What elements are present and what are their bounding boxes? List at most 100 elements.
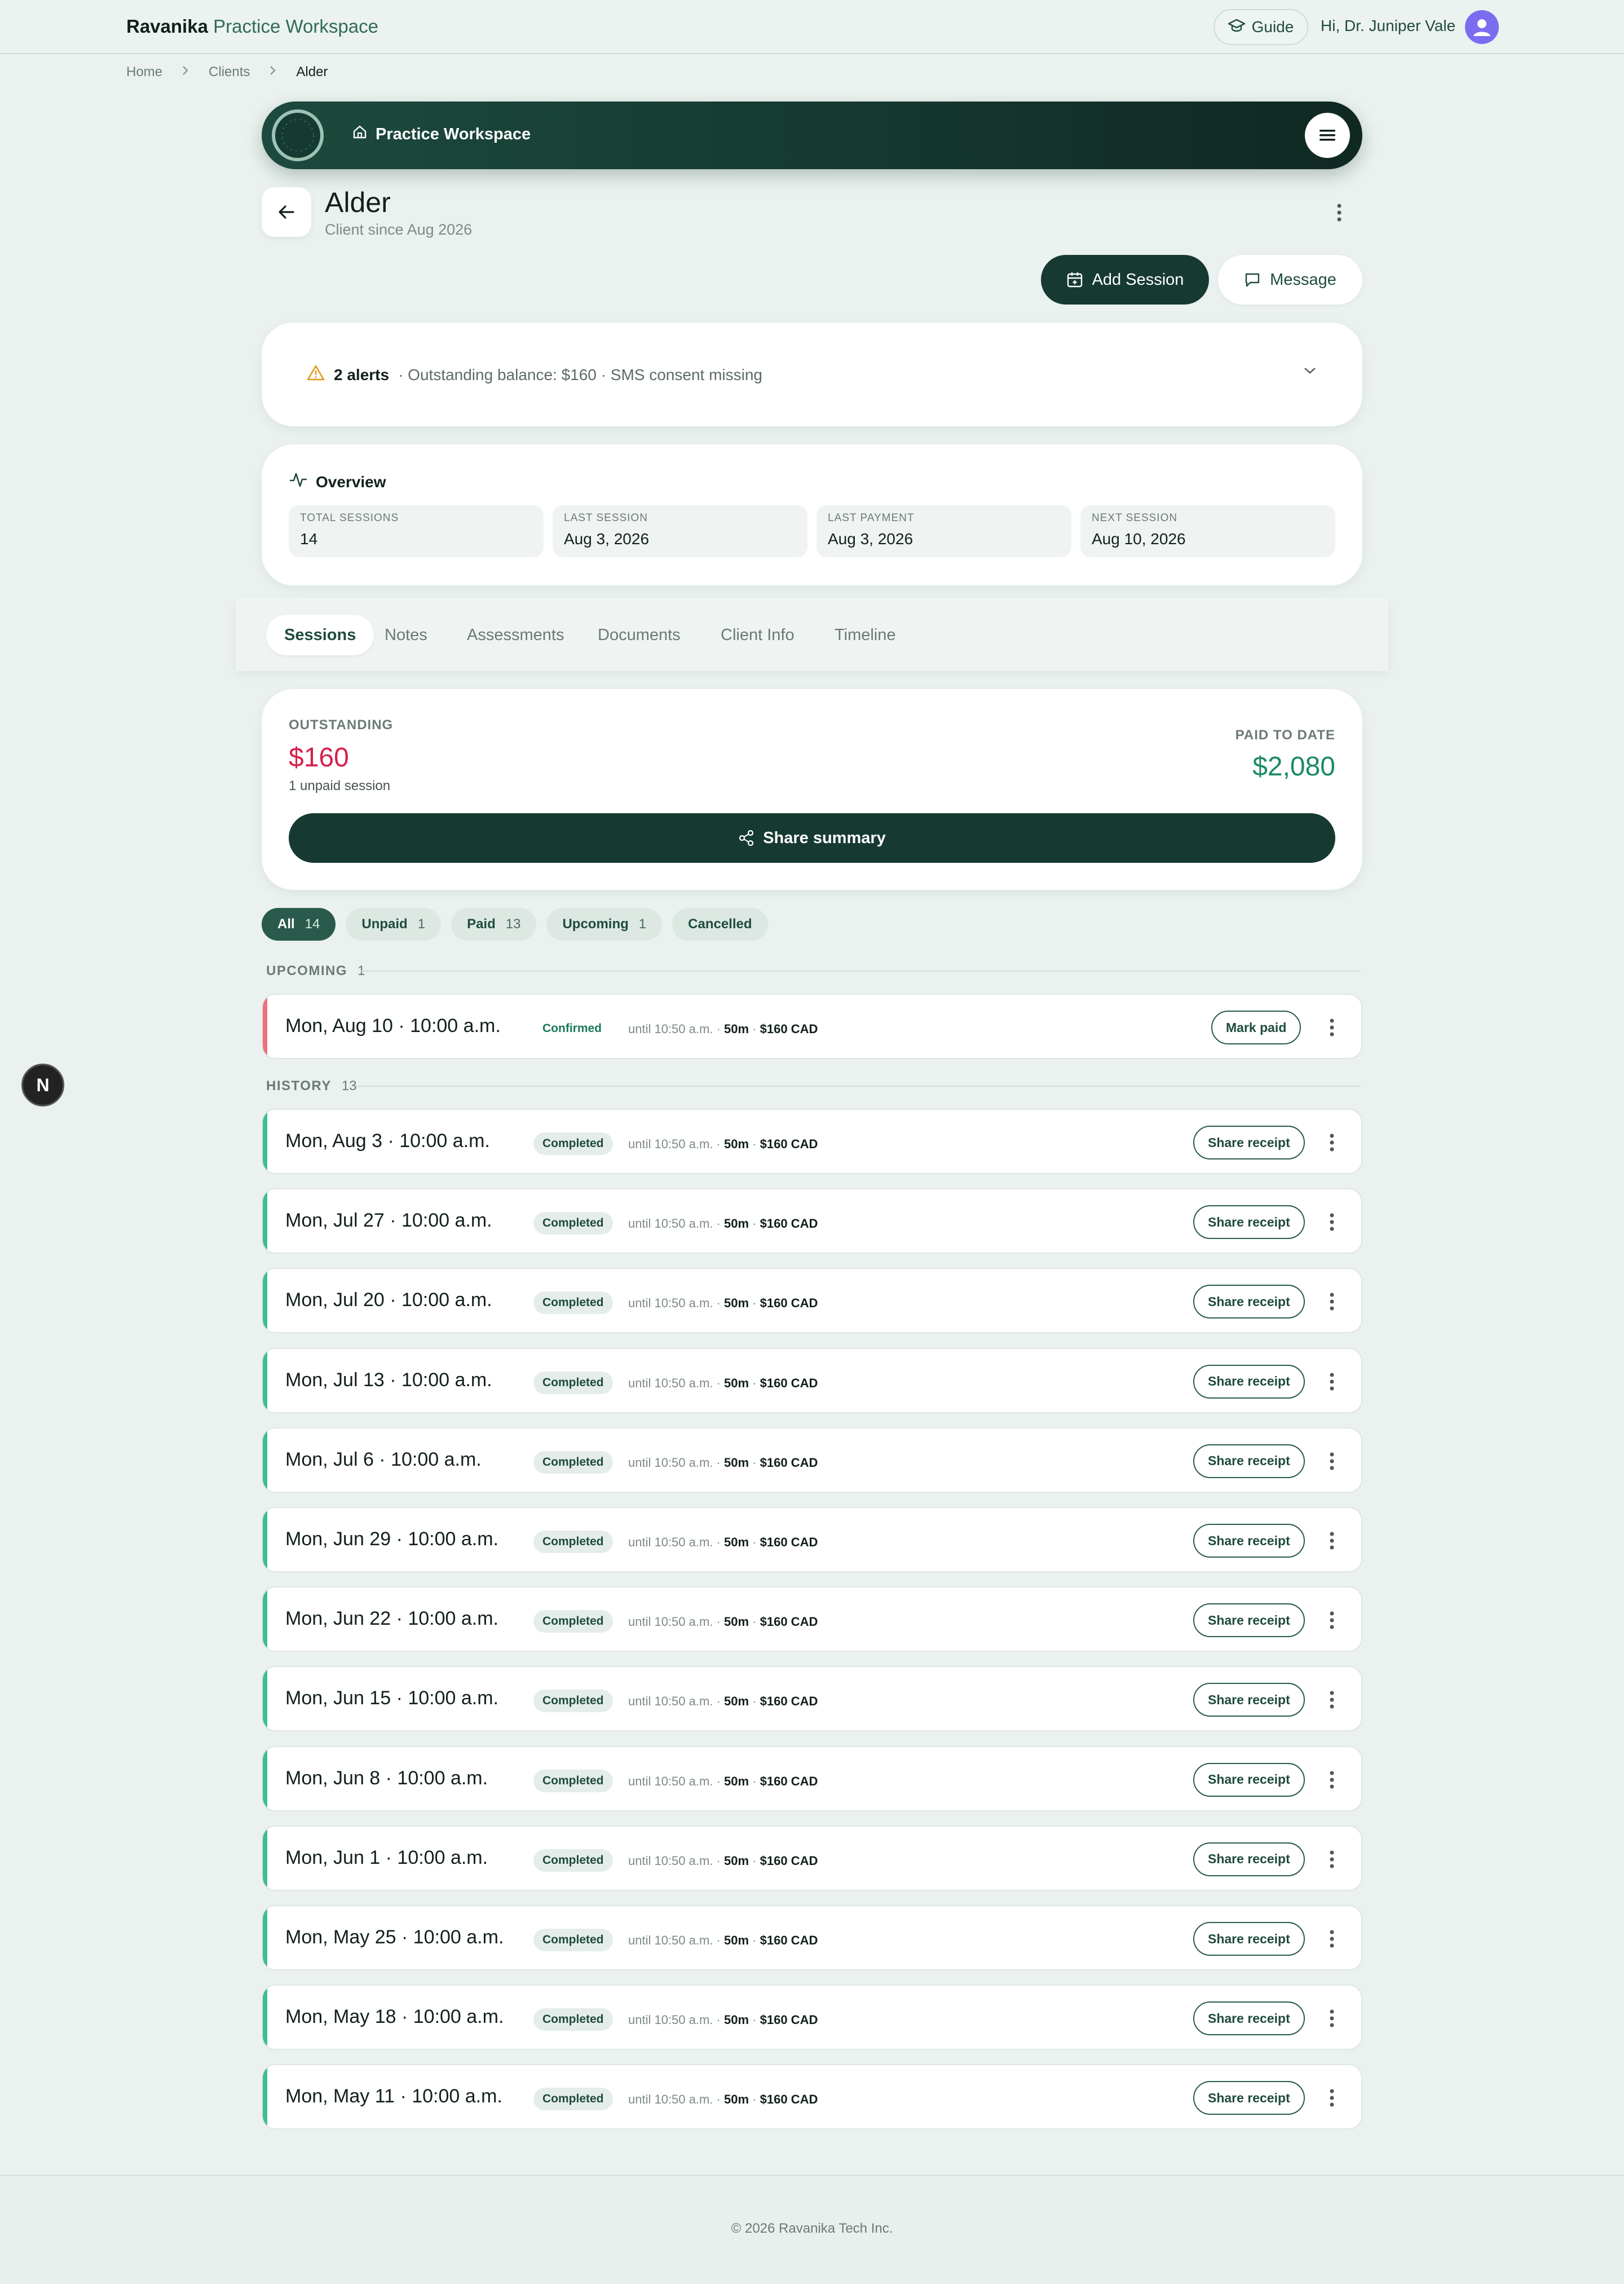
share-receipt-button[interactable]: Share receipt: [1193, 1842, 1305, 1876]
breadcrumb-home[interactable]: Home: [126, 64, 162, 80]
kebab-icon[interactable]: [1326, 1528, 1338, 1553]
session-row[interactable]: Mon, Jun 8 · 10:00 a.m. Completed until 10…: [262, 1745, 1362, 1811]
warning-icon: [307, 364, 325, 385]
filter-paid[interactable]: Paid 13: [451, 908, 537, 941]
share-receipt-button[interactable]: Share receipt: [1193, 1205, 1305, 1240]
kebab-icon[interactable]: [1326, 1767, 1338, 1792]
breadcrumb-clients[interactable]: Clients: [209, 64, 250, 80]
kebab-icon[interactable]: [1326, 1015, 1338, 1040]
floating-dev-button[interactable]: N: [21, 1064, 64, 1106]
guide-label: Guide: [1251, 18, 1294, 36]
share-receipt-button[interactable]: Share receipt: [1193, 1683, 1305, 1717]
session-row[interactable]: Mon, Jul 20 · 10:00 a.m. Completed until 1…: [262, 1268, 1362, 1334]
session-row[interactable]: Mon, Jun 29 · 10:00 a.m. Completed until 1…: [262, 1507, 1362, 1572]
alerts-detail: · Outstanding balance: $160 · SMS consen…: [398, 365, 762, 383]
kebab-icon[interactable]: [1326, 1210, 1338, 1234]
session-meta: until 10:50 a.m. · 50m · $160 CAD: [628, 1854, 818, 1868]
status-bar: [263, 995, 267, 1058]
status-bar: [263, 1986, 267, 2049]
session-until: until 10:50 a.m. ·: [628, 1455, 721, 1470]
filter-all[interactable]: All 14: [262, 908, 336, 941]
brand-logo[interactable]: Ravanika Practice Workspace: [126, 16, 378, 37]
session-until: until 10:50 a.m. ·: [628, 1216, 721, 1231]
session-row[interactable]: Mon, May 18 · 10:00 a.m. Completed until 1…: [262, 1985, 1362, 2051]
share-receipt-button[interactable]: Share receipt: [1193, 1603, 1305, 1638]
session-price: $160 CAD: [760, 1022, 818, 1036]
paid-to-date-label: PAID TO DATE: [1235, 727, 1335, 743]
kebab-icon[interactable]: [1326, 1289, 1338, 1314]
calendar-plus-icon: [1067, 272, 1082, 288]
kebab-icon[interactable]: [1326, 1608, 1338, 1633]
kebab-icon[interactable]: [1326, 1687, 1338, 1712]
tab-sessions[interactable]: Sessions: [266, 615, 374, 655]
avatar[interactable]: [1465, 10, 1499, 44]
kebab-icon[interactable]: [1326, 2006, 1338, 2031]
filter-count: 1: [417, 916, 426, 932]
session-row[interactable]: Mon, Jul 13 · 10:00 a.m. Completed until 1…: [262, 1347, 1362, 1413]
share-receipt-button[interactable]: Share receipt: [1193, 1364, 1305, 1399]
status-bar: [263, 1906, 267, 1969]
share-receipt-button[interactable]: Share receipt: [1193, 2001, 1305, 2036]
share-receipt-button[interactable]: Share receipt: [1193, 2081, 1305, 2115]
stat-next-session: NEXT SESSION Aug 10, 2026: [1080, 505, 1335, 557]
session-row[interactable]: Mon, Aug 3 · 10:00 a.m. Completed until 10…: [262, 1109, 1362, 1174]
filter-upcoming[interactable]: Upcoming 1: [546, 908, 663, 941]
session-row[interactable]: Mon, Jun 1 · 10:00 a.m. Completed until 10…: [262, 1825, 1362, 1891]
kebab-icon[interactable]: [1326, 1369, 1338, 1394]
session-until: until 10:50 a.m. ·: [628, 2092, 721, 2107]
chevron-down-icon[interactable]: [1303, 365, 1317, 378]
kebab-icon[interactable]: [1326, 1449, 1338, 1474]
kebab-icon[interactable]: [1326, 1847, 1338, 1872]
session-row[interactable]: Mon, Aug 10 · 10:00 a.m. Confirmed until 1…: [262, 994, 1362, 1059]
filter-cancelled[interactable]: Cancelled: [672, 908, 768, 941]
status-badge: Completed: [533, 1849, 613, 1872]
tab-client-info[interactable]: Client Info: [721, 615, 795, 655]
session-until: until 10:50 a.m. ·: [628, 1375, 721, 1390]
share-receipt-button[interactable]: Share receipt: [1193, 1285, 1305, 1319]
share-receipt-button[interactable]: Share receipt: [1193, 1762, 1305, 1797]
session-row[interactable]: Mon, Jul 6 · 10:00 a.m. Completed until 10…: [262, 1427, 1362, 1493]
stat-label: TOTAL SESSIONS: [300, 512, 399, 524]
session-price: $160 CAD: [760, 2092, 818, 2107]
message-button[interactable]: Message: [1218, 255, 1362, 305]
session-row[interactable]: Mon, Jun 22 · 10:00 a.m. Completed until 1…: [262, 1586, 1362, 1652]
hamburger-icon: [1320, 130, 1335, 141]
section-history: HISTORY 13: [266, 1078, 357, 1094]
session-separator: ·: [752, 1694, 757, 1709]
status-badge: Completed: [533, 1610, 613, 1633]
share-receipt-button[interactable]: Share receipt: [1193, 1524, 1305, 1558]
brand-subtitle: Practice Workspace: [213, 16, 378, 37]
kebab-icon[interactable]: [1326, 1926, 1338, 1951]
chevron-right-icon: [182, 64, 189, 80]
kebab-icon[interactable]: [1326, 2085, 1338, 2110]
share-receipt-button[interactable]: Share receipt: [1193, 1444, 1305, 1478]
add-session-button[interactable]: Add Session: [1041, 255, 1209, 305]
session-row[interactable]: Mon, Jul 27 · 10:00 a.m. Completed until 1…: [262, 1188, 1362, 1254]
tab-notes[interactable]: Notes: [385, 615, 427, 655]
alerts-card[interactable]: 2 alerts · Outstanding balance: $160 · S…: [262, 323, 1362, 426]
share-summary-button[interactable]: Share summary: [289, 813, 1335, 863]
tab-timeline[interactable]: Timeline: [835, 615, 896, 655]
session-separator: ·: [752, 2092, 757, 2107]
stat-value: Aug 3, 2026: [828, 530, 914, 548]
share-receipt-button[interactable]: Share receipt: [1193, 1922, 1305, 1956]
session-row[interactable]: Mon, Jun 15 · 10:00 a.m. Completed until 1…: [262, 1666, 1362, 1732]
session-price: $160 CAD: [760, 1694, 818, 1709]
guide-button[interactable]: Guide: [1213, 9, 1308, 45]
kebab-icon[interactable]: [1326, 1130, 1338, 1155]
session-row[interactable]: Mon, May 11 · 10:00 a.m. Completed until 1…: [262, 2064, 1362, 2130]
session-duration: 50m: [724, 1933, 749, 1947]
session-row[interactable]: Mon, May 25 · 10:00 a.m. Completed until 1…: [262, 1905, 1362, 1970]
session-date: Mon, May 11 · 10:00 a.m.: [285, 2085, 502, 2107]
tab-assessments[interactable]: Assessments: [467, 615, 564, 655]
more-options-button[interactable]: [1331, 199, 1348, 227]
stat-label: LAST SESSION: [564, 512, 648, 524]
tab-documents[interactable]: Documents: [598, 615, 681, 655]
session-price: $160 CAD: [760, 1137, 818, 1151]
menu-button[interactable]: [1305, 113, 1350, 158]
back-button[interactable]: [262, 187, 311, 237]
mark-paid-button[interactable]: Mark paid: [1211, 1011, 1301, 1044]
share-receipt-button[interactable]: Share receipt: [1193, 1126, 1305, 1159]
filter-unpaid[interactable]: Unpaid 1: [346, 908, 442, 941]
session-date: Mon, Jun 22 · 10:00 a.m.: [285, 1608, 498, 1630]
